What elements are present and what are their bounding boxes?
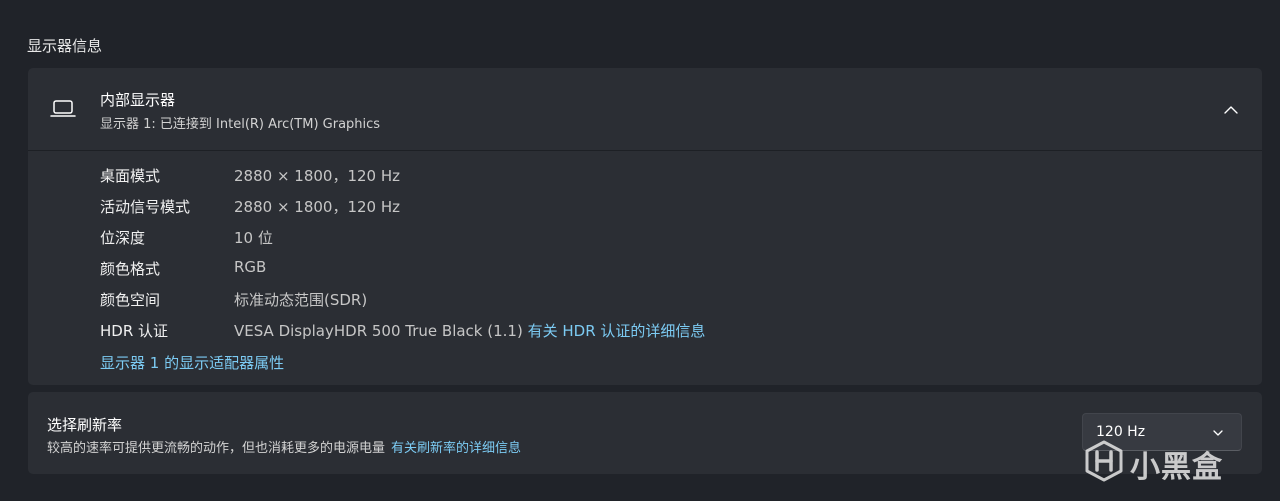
refresh-rate-card: 选择刷新率 较高的速率可提供更流畅的动作，但也消耗更多的电源电量 有关刷新率的详细…: [28, 392, 1262, 474]
detail-value: 2880 × 1800，120 Hz: [234, 167, 401, 185]
detail-label: HDR 认证: [100, 322, 169, 340]
detail-value-hdr: VESA DisplayHDR 500 True Black (1.1) 有关 …: [234, 320, 705, 341]
display-connection-subtitle: 显示器 1: 已连接到 Intel(R) Arc(TM) Graphics: [100, 117, 381, 132]
refresh-rate-title: 选择刷新率: [47, 416, 123, 434]
hdr-certification-link[interactable]: 有关 HDR 认证的详细信息: [528, 322, 706, 340]
detail-label: 活动信号模式: [100, 198, 191, 216]
detail-label: 桌面模式: [100, 167, 161, 185]
detail-label: 颜色格式: [100, 260, 161, 278]
hdr-certification-value: VESA DisplayHDR 500 True Black (1.1): [234, 322, 523, 340]
xiaoheihe-watermark: 小黑盒: [1084, 436, 1254, 486]
detail-value: 2880 × 1800，120 Hz: [234, 198, 401, 216]
display-info-card: 内部显示器 显示器 1: 已连接到 Intel(R) Arc(TM) Graph…: [28, 68, 1262, 385]
section-title: 显示器信息: [27, 37, 103, 55]
refresh-rate-info-link[interactable]: 有关刷新率的详细信息: [391, 441, 521, 456]
detail-label: 颜色空间: [100, 291, 161, 309]
detail-label: 位深度: [100, 229, 146, 247]
display-name: 内部显示器: [100, 91, 176, 109]
detail-value: RGB: [234, 258, 267, 276]
laptop-icon: [50, 100, 76, 117]
refresh-rate-description: 较高的速率可提供更流畅的动作，但也消耗更多的电源电量: [47, 441, 386, 456]
watermark-text: 小黑盒: [1130, 450, 1223, 485]
xiaoheihe-logo: [1085, 440, 1123, 482]
collapse-button[interactable]: [1214, 95, 1248, 125]
display-adapter-properties-link[interactable]: 显示器 1 的显示适配器属性: [100, 352, 284, 373]
detail-value: 标准动态范围(SDR): [234, 291, 368, 309]
detail-value: 10 位: [234, 229, 273, 247]
refresh-rate-description-row: 较高的速率可提供更流畅的动作，但也消耗更多的电源电量 有关刷新率的详细信息: [47, 437, 521, 456]
display-card-header[interactable]: 内部显示器 显示器 1: 已连接到 Intel(R) Arc(TM) Graph…: [28, 68, 1262, 151]
chevron-up-icon: [1224, 106, 1238, 114]
